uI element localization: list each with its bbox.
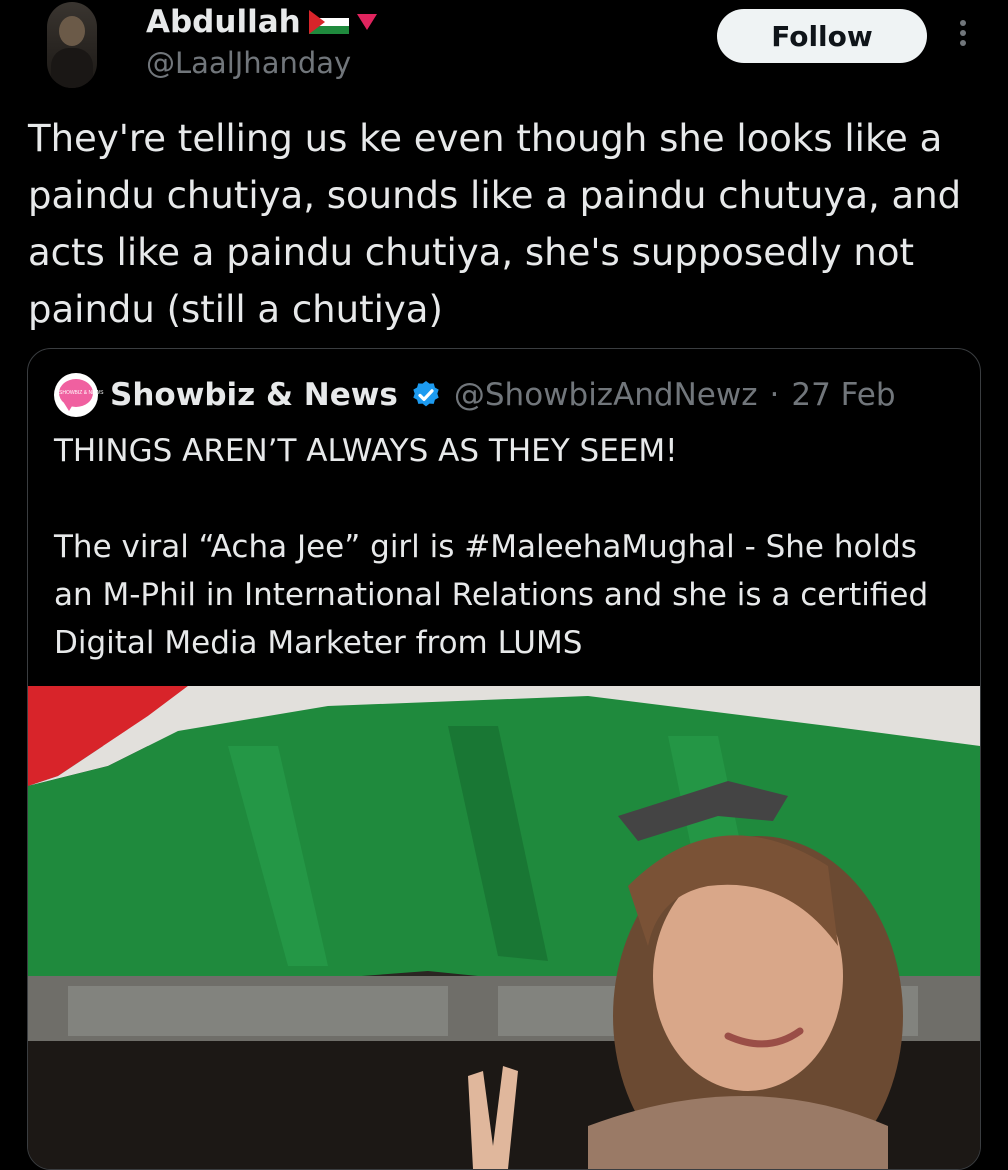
- author-name[interactable]: Abdullah: [146, 4, 301, 40]
- avatar-head: [59, 16, 85, 46]
- quoted-tweet-date: 27 Feb: [791, 377, 896, 413]
- tweet-text: They're telling us ke even though she lo…: [28, 117, 962, 331]
- quoted-tweet-card[interactable]: SHOWBIZ & NEWS Showbiz & News @ShowbizAn…: [27, 348, 981, 1170]
- quoted-tweet-photo[interactable]: [28, 686, 980, 1169]
- author-handle[interactable]: @LaalJhanday: [146, 46, 351, 80]
- author-avatar[interactable]: [47, 2, 97, 88]
- palestine-flag-icon: [308, 10, 349, 34]
- author-name-row: Abdullah: [146, 4, 377, 40]
- follow-button[interactable]: Follow: [717, 9, 927, 63]
- red-triangle-icon: [356, 14, 377, 30]
- verified-badge-icon: [413, 381, 439, 407]
- timestamp-separator: ·: [769, 377, 780, 413]
- quoted-author-avatar: SHOWBIZ & NEWS: [54, 373, 103, 417]
- quoted-author-name: Showbiz & News: [110, 377, 398, 413]
- quoted-tweet-header: SHOWBIZ & NEWS Showbiz & News @ShowbizAn…: [54, 373, 896, 417]
- more-vertical-icon[interactable]: [951, 16, 975, 56]
- quoted-tweet-text: THINGS AREN’T ALWAYS AS THEY SEEM! The v…: [54, 433, 929, 661]
- avatar-body: [51, 48, 93, 88]
- quoted-author-handle: @ShowbizAndNewz: [453, 377, 758, 413]
